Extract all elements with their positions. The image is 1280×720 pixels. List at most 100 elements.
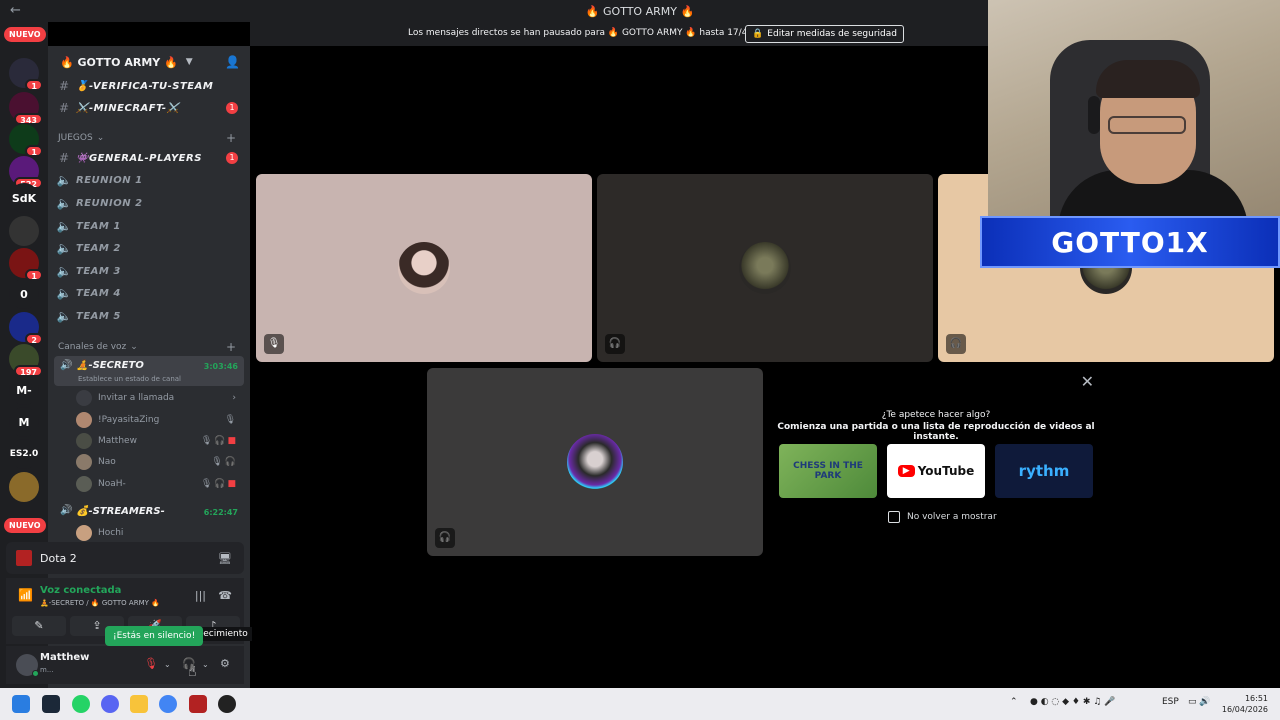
server-icon[interactable]: 197: [9, 344, 43, 377]
disconnect-icon[interactable]: ☎: [218, 589, 232, 602]
nuevo-badge[interactable]: NUEVO: [4, 518, 46, 533]
voice-channel-name[interactable]: 💰-STREAMERS-: [76, 506, 165, 517]
language-indicator[interactable]: ESP: [1162, 697, 1179, 707]
hash-icon: #: [58, 79, 70, 93]
mouse-cursor-icon: ☝: [188, 664, 197, 680]
add-member-icon[interactable]: 👤: [225, 55, 240, 69]
screen-share-icon[interactable]: 🖥: [218, 552, 232, 565]
voice-user[interactable]: !PayasitaZing 🎙: [76, 410, 244, 430]
guild-name: 🔥 GOTTO ARMY 🔥: [60, 55, 178, 69]
voice-channel-name: 🧘-SECRETO: [76, 360, 144, 371]
chevron-down-icon[interactable]: ⌄: [202, 660, 209, 669]
server-icon[interactable]: 0: [9, 279, 39, 309]
camera-off-button[interactable]: ✎: [12, 616, 66, 636]
notice-message: Los mensajes directos se han pausado par…: [408, 28, 780, 38]
server-icon[interactable]: [9, 472, 39, 502]
windows-taskbar: ⌃ ● ◐ ◌ ◆ ♦ ✱ ♫ 🎤 ESP ▭ 🔊 16:51 16/04/20…: [0, 688, 1280, 720]
invite-to-call[interactable]: Invitar a llamada ›: [76, 388, 244, 408]
mic-muted-icon: 🎙: [224, 415, 238, 425]
speaker-icon: 🔈: [56, 173, 72, 187]
channel-status[interactable]: Establece un estado de canal: [78, 375, 181, 383]
server-icon[interactable]: ES2.0: [9, 439, 39, 469]
server-icon[interactable]: SdK: [9, 183, 39, 213]
category-voz[interactable]: Canales de voz ⌄ +: [58, 340, 240, 354]
close-icon[interactable]: ✕: [1081, 372, 1094, 391]
window-title: 🔥 GOTTO ARMY 🔥: [585, 4, 695, 18]
dont-show-checkbox[interactable]: [888, 511, 900, 523]
avatar: [76, 525, 92, 541]
dm-paused-notice: Los mensajes directos se han pausado par…: [250, 22, 988, 46]
arrow-left-icon[interactable]: ←: [10, 3, 21, 18]
speaker-icon: 🔈: [56, 286, 72, 300]
video-tile[interactable]: 🎧: [427, 368, 763, 556]
avatar: [76, 412, 92, 428]
voice-user[interactable]: Matthew 🎙🎧■: [76, 431, 244, 451]
activity-panel[interactable]: Dota 2 🖥: [6, 542, 244, 574]
voice-channel[interactable]: 🔈 TEAM 2: [56, 238, 246, 258]
network-volume-icons[interactable]: ▭ 🔊: [1188, 697, 1211, 707]
voice-user[interactable]: Hochi: [76, 523, 244, 543]
text-channel[interactable]: # ⚔️-MINECRAFT-⚔️ 1: [56, 98, 246, 118]
add-person-icon: [76, 390, 92, 406]
add-channel-icon[interactable]: +: [226, 340, 236, 354]
obs-icon[interactable]: [218, 695, 236, 713]
nuevo-badge[interactable]: NUEVO: [4, 27, 46, 42]
text-channel[interactable]: # 👾GENERAL-PLAYERS 1: [56, 148, 246, 168]
mic-muted-icon: 🎙: [264, 334, 284, 354]
speaker-icon: 🔈: [56, 219, 72, 233]
mic-muted-icon[interactable]: 🎙: [144, 657, 158, 670]
dota-icon[interactable]: [189, 695, 207, 713]
edit-security-button[interactable]: 🔒 Editar medidas de seguridad: [745, 25, 904, 43]
chevron-down-icon[interactable]: ⌄: [164, 660, 171, 669]
folder-icon[interactable]: [130, 695, 148, 713]
server-icon[interactable]: M-: [9, 375, 39, 405]
hash-icon: #: [58, 101, 70, 115]
server-icon[interactable]: [9, 216, 39, 246]
voice-channel[interactable]: 🔈 TEAM 4: [56, 283, 246, 303]
voice-channel[interactable]: 🔈 REUNION 2: [56, 193, 246, 213]
tray-icons[interactable]: ● ◐ ◌ ◆ ♦ ✱ ♫ 🎤: [1030, 697, 1115, 707]
server-icon[interactable]: 1: [9, 58, 43, 91]
person-hair: [1096, 60, 1200, 98]
text-channel[interactable]: # 🏅-VERIFICA-TU-STEAM: [56, 76, 246, 96]
server-icon[interactable]: 343: [9, 92, 43, 125]
chess-card[interactable]: CHESS IN THE PARK: [779, 444, 877, 498]
windows-start-icon[interactable]: [12, 695, 30, 713]
server-icon[interactable]: 1: [9, 124, 43, 157]
discord-icon[interactable]: [101, 695, 119, 713]
voice-channel[interactable]: 🔈 REUNION 1: [56, 170, 246, 190]
voice-channel[interactable]: 🔈 TEAM 5: [56, 306, 246, 326]
video-tile[interactable]: 🎙: [256, 174, 592, 362]
guild-header[interactable]: 🔥 GOTTO ARMY 🔥 ▼ 👤: [48, 46, 250, 78]
add-channel-icon[interactable]: +: [226, 131, 236, 145]
chevron-up-icon[interactable]: ⌃: [1010, 697, 1018, 707]
whatsapp-icon[interactable]: [72, 695, 90, 713]
speaker-icon: 🔈: [56, 196, 72, 210]
video-tile[interactable]: 🎧: [597, 174, 933, 362]
voice-user[interactable]: NoaH- 🎙🎧■: [76, 474, 244, 494]
server-icon[interactable]: M: [9, 407, 39, 437]
noise-suppression-icon[interactable]: |||: [195, 589, 206, 602]
steam-icon[interactable]: [42, 695, 60, 713]
signal-icon: 📶: [18, 588, 33, 602]
clock[interactable]: 16:51 16/04/2026: [1222, 693, 1268, 715]
youtube-card[interactable]: ▶ YouTube: [887, 444, 985, 498]
speaker-icon: 🔊: [60, 360, 73, 371]
gear-icon[interactable]: ⚙: [220, 657, 230, 670]
rythm-card[interactable]: rythm: [995, 444, 1093, 498]
user-panel: Matthew m... 🎙 ⌄ 🎧 ⌄ ⚙: [6, 646, 244, 684]
voice-user[interactable]: Nao 🎙🎧: [76, 452, 244, 472]
headset-icon: [1088, 96, 1100, 134]
server-icon[interactable]: 1: [9, 248, 43, 281]
server-icon[interactable]: 2: [9, 312, 43, 345]
voice-channel[interactable]: 🔈 TEAM 3: [56, 261, 246, 281]
chrome-icon[interactable]: [159, 695, 177, 713]
avatar: [567, 434, 623, 490]
play-icon: ▶: [897, 465, 915, 477]
lock-icon: 🔒: [752, 29, 764, 39]
category-juegos[interactable]: JUEGOS ⌄ +: [58, 131, 240, 145]
avatar: [739, 242, 791, 294]
server-icon[interactable]: 522: [9, 156, 43, 189]
voice-channel[interactable]: 🔈 TEAM 1: [56, 216, 246, 236]
avatar: [76, 476, 92, 492]
